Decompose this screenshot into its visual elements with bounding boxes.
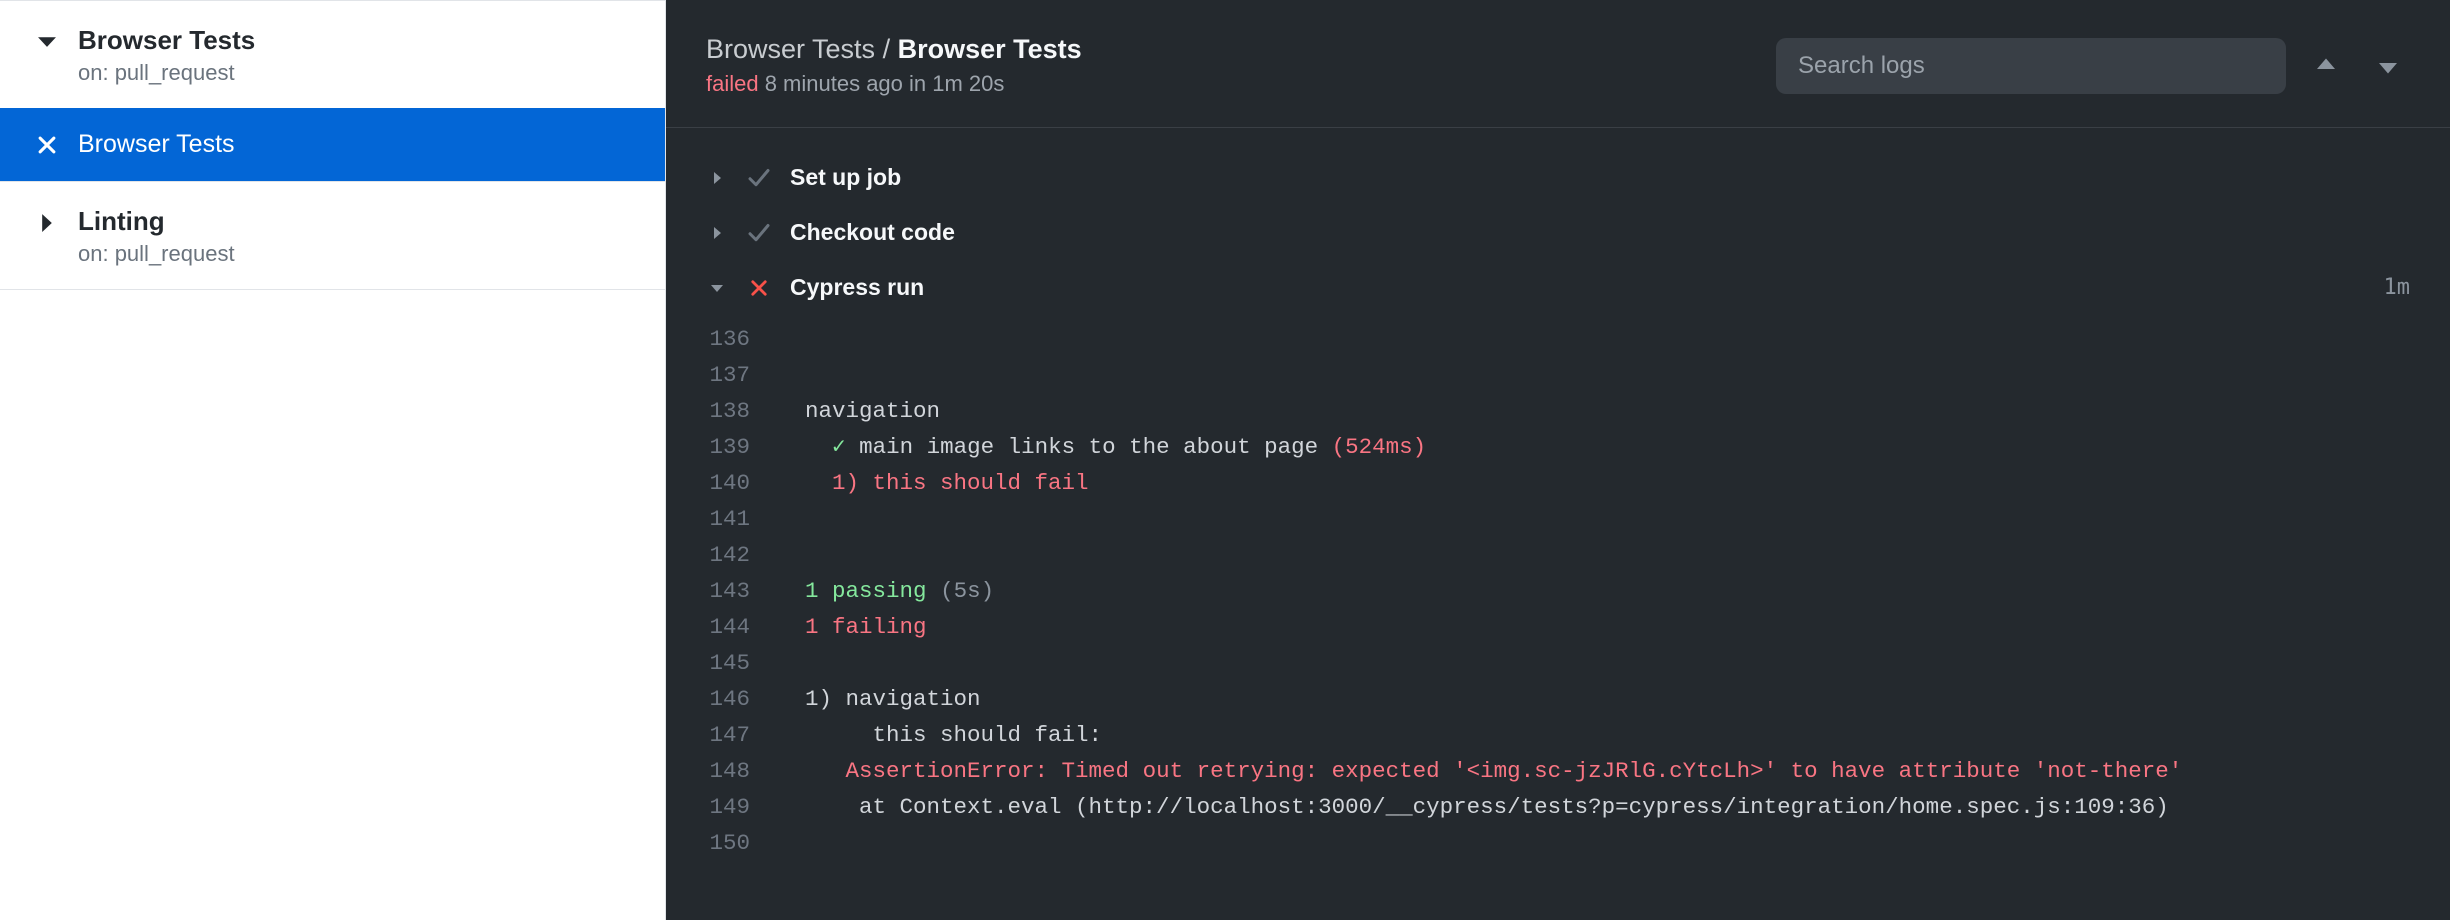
log-line: 140 1) this should fail — [666, 465, 2450, 501]
job-name: Browser Tests — [78, 130, 235, 159]
workflow-group: Browser Tests on: pull_request Browser T… — [0, 1, 665, 182]
line-number: 149 — [666, 789, 778, 825]
line-content — [778, 645, 2450, 681]
step-duration: 1m — [2384, 275, 2411, 300]
line-content — [778, 357, 2450, 393]
line-number: 150 — [666, 825, 778, 861]
line-number: 142 — [666, 537, 778, 573]
line-number: 145 — [666, 645, 778, 681]
log-line: 150 — [666, 825, 2450, 861]
line-number: 147 — [666, 717, 778, 753]
log-line: 146 1) navigation — [666, 681, 2450, 717]
job-browser-tests[interactable]: Browser Tests — [0, 108, 665, 181]
caret-right-icon — [706, 225, 728, 241]
log-line: 143 1 passing (5s) — [666, 573, 2450, 609]
workflow-name: Browser Tests — [78, 25, 255, 56]
next-match-button[interactable] — [2366, 44, 2410, 88]
line-content: this should fail: — [778, 717, 2450, 753]
line-number: 139 — [666, 429, 778, 465]
workflow-header-linting[interactable]: Linting on: pull_request — [0, 182, 665, 289]
steps-list: Set up job Checkout code — [666, 128, 2450, 920]
line-number: 143 — [666, 573, 778, 609]
line-content — [778, 825, 2450, 861]
breadcrumb-parent: Browser Tests — [706, 34, 875, 64]
line-content — [778, 321, 2450, 357]
line-number: 137 — [666, 357, 778, 393]
check-icon — [746, 166, 772, 190]
line-content: 1) this should fail — [778, 465, 2450, 501]
log-line: 138 navigation — [666, 393, 2450, 429]
step-name: Set up job — [790, 164, 2392, 191]
step-set-up-job[interactable]: Set up job — [666, 150, 2450, 205]
chevron-right-icon — [34, 210, 60, 236]
line-number: 146 — [666, 681, 778, 717]
caret-down-icon — [706, 280, 728, 296]
line-content — [778, 501, 2450, 537]
run-status-line: failed 8 minutes ago in 1m 20s — [706, 71, 1776, 97]
line-number: 138 — [666, 393, 778, 429]
breadcrumb: Browser Tests / Browser Tests — [706, 34, 1776, 65]
workflow-sidebar: Browser Tests on: pull_request Browser T… — [0, 0, 666, 920]
breadcrumb-current: Browser Tests — [898, 34, 1082, 64]
caret-right-icon — [706, 170, 728, 186]
workflow-trigger: on: pull_request — [78, 60, 255, 86]
log-panel: Browser Tests / Browser Tests failed 8 m… — [666, 0, 2450, 920]
line-content: 1) navigation — [778, 681, 2450, 717]
log-line: 136 — [666, 321, 2450, 357]
log-line: 144 1 failing — [666, 609, 2450, 645]
log-line: 137 — [666, 357, 2450, 393]
line-content: 1 failing — [778, 609, 2450, 645]
x-icon — [746, 278, 772, 298]
log-output[interactable]: 136137138 navigation139 ✓ main image lin… — [666, 315, 2450, 861]
line-content: at Context.eval (http://localhost:3000/_… — [778, 789, 2450, 825]
x-icon — [34, 132, 60, 158]
line-number: 141 — [666, 501, 778, 537]
line-number: 136 — [666, 321, 778, 357]
step-checkout-code[interactable]: Checkout code — [666, 205, 2450, 260]
log-line: 148 AssertionError: Timed out retrying: … — [666, 753, 2450, 789]
log-line: 149 at Context.eval (http://localhost:30… — [666, 789, 2450, 825]
workflow-group: Linting on: pull_request — [0, 182, 665, 290]
workflow-header-browser-tests[interactable]: Browser Tests on: pull_request — [0, 1, 665, 108]
step-cypress-run[interactable]: Cypress run 1m — [666, 260, 2450, 315]
line-content — [778, 537, 2450, 573]
line-content: 1 passing (5s) — [778, 573, 2450, 609]
line-content: ✓ main image links to the about page (52… — [778, 429, 2450, 465]
check-icon — [746, 221, 772, 245]
step-name: Cypress run — [790, 274, 2366, 301]
log-line: 139 ✓ main image links to the about page… — [666, 429, 2450, 465]
line-number: 148 — [666, 753, 778, 789]
log-header: Browser Tests / Browser Tests failed 8 m… — [666, 0, 2450, 128]
log-line: 141 — [666, 501, 2450, 537]
line-content: AssertionError: Timed out retrying: expe… — [778, 753, 2450, 789]
chevron-down-icon — [34, 29, 60, 55]
log-line: 142 — [666, 537, 2450, 573]
workflow-name: Linting — [78, 206, 235, 237]
line-content: navigation — [778, 393, 2450, 429]
step-name: Checkout code — [790, 219, 2392, 246]
line-number: 144 — [666, 609, 778, 645]
log-line: 145 — [666, 645, 2450, 681]
prev-match-button[interactable] — [2304, 44, 2348, 88]
workflow-trigger: on: pull_request — [78, 241, 235, 267]
search-logs-input[interactable] — [1776, 38, 2286, 94]
log-line: 147 this should fail: — [666, 717, 2450, 753]
line-number: 140 — [666, 465, 778, 501]
